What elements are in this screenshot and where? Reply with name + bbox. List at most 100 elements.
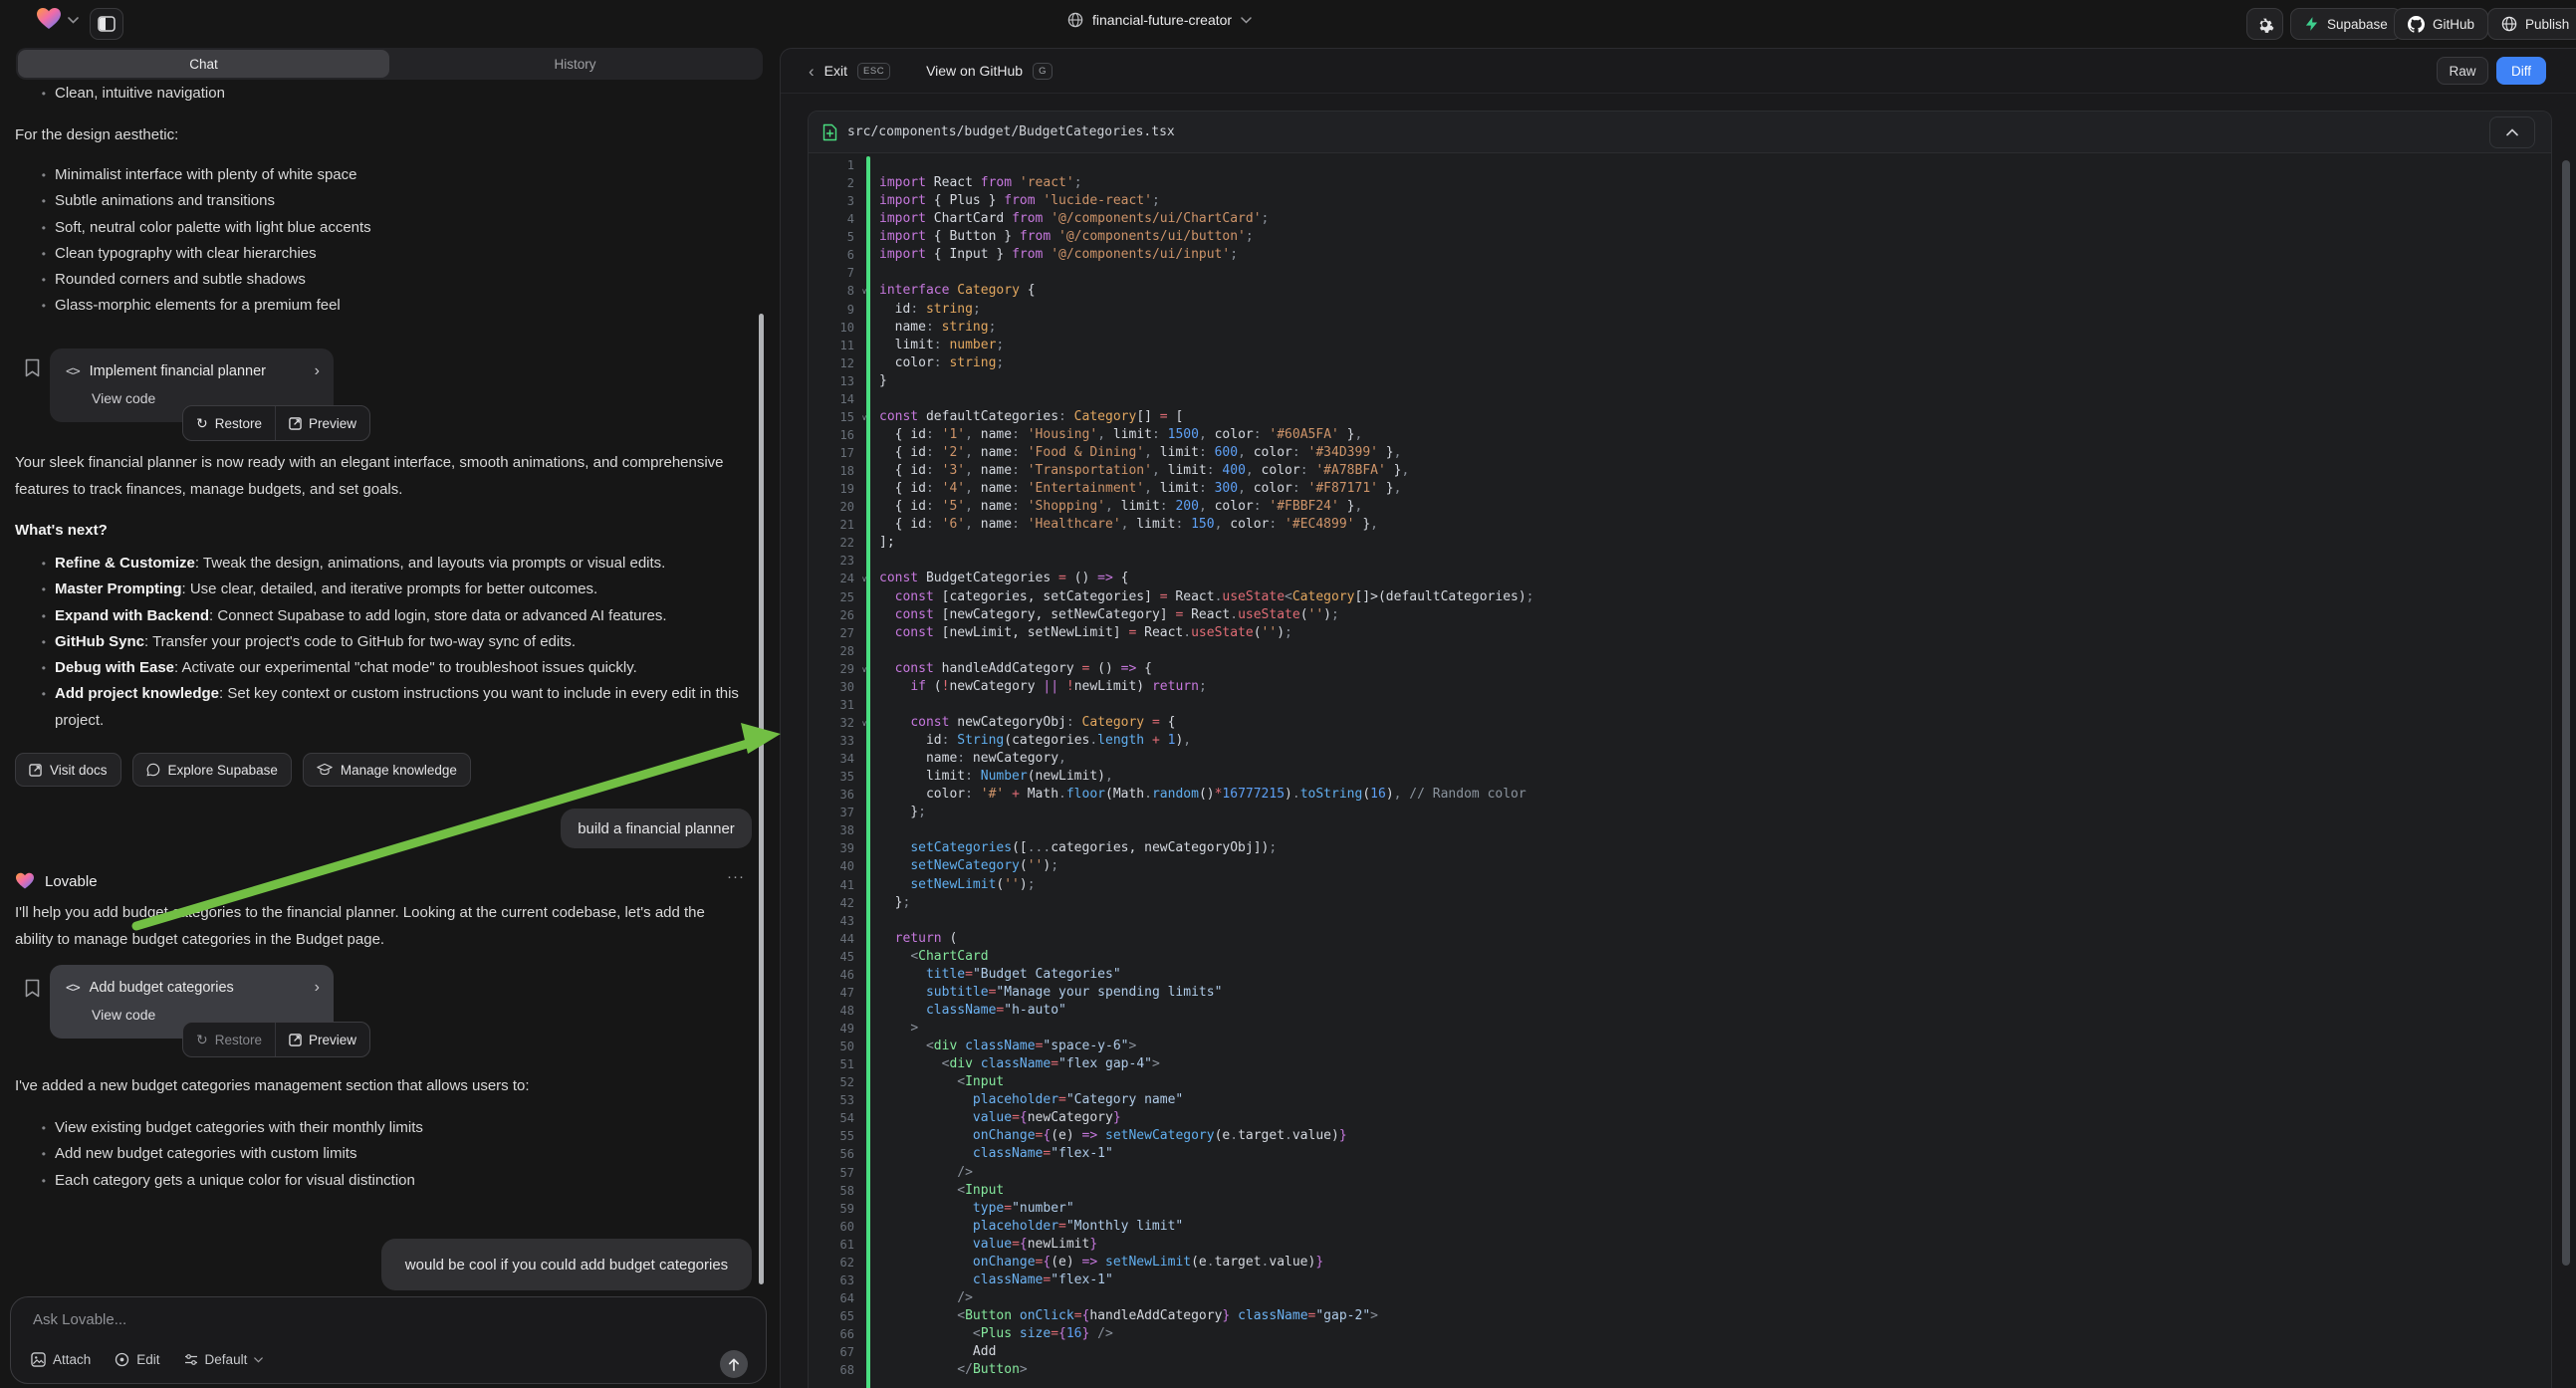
fold-chevron-icon[interactable]: ∨	[861, 283, 867, 301]
bullet-dot-icon: •	[15, 603, 55, 629]
code-line-number: 66	[809, 1325, 854, 1343]
send-button[interactable]	[720, 1350, 748, 1378]
file-added-icon	[822, 123, 837, 141]
restore-button[interactable]: ↻ Restore	[183, 1023, 275, 1056]
code-line: name: string;	[879, 319, 2551, 337]
external-link-icon	[289, 417, 302, 430]
manage-knowledge-button[interactable]: Manage knowledge	[303, 753, 471, 787]
chat-scrollbar[interactable]	[759, 314, 764, 1284]
message-menu-button[interactable]: ···	[727, 868, 745, 885]
collapse-file-button[interactable]	[2489, 116, 2535, 148]
chevron-right-icon: ›	[315, 362, 320, 380]
view-code-link[interactable]: View code	[50, 380, 334, 406]
code-line: value={newLimit}	[879, 1236, 2551, 1254]
fold-chevron-icon[interactable]: ∨	[861, 409, 867, 427]
bullet-text: Add project knowledge: Set key context o…	[55, 681, 754, 734]
code-line-number: 38	[809, 821, 854, 839]
code-line-number: 28	[809, 642, 854, 660]
design-bullet-list: •Minimalist interface with plenty of whi…	[15, 162, 752, 320]
bullet-dot-icon: •	[15, 655, 55, 681]
bullet-text: GitHub Sync: Transfer your project's cod…	[55, 629, 576, 655]
exit-button[interactable]: Exit	[824, 63, 847, 79]
back-chevron-icon[interactable]: ‹	[809, 63, 815, 80]
github-button[interactable]: GitHub	[2394, 8, 2488, 40]
user-message-bubble: build a financial planner	[561, 809, 752, 848]
lovable-heart-icon	[15, 872, 35, 890]
code-line: const BudgetCategories = () => {	[879, 570, 2551, 587]
code-line-number: 25	[809, 588, 854, 606]
diff-toggle-button[interactable]: Diff	[2496, 57, 2546, 85]
code-line: { id: '2', name: 'Food & Dining', limit:…	[879, 444, 2551, 462]
code-line: const handleAddCategory = () => {	[879, 660, 2551, 678]
fold-chevron-icon[interactable]: ∨	[861, 715, 867, 733]
model-selector[interactable]: Default	[184, 1352, 264, 1367]
code-line: placeholder="Monthly limit"	[879, 1218, 2551, 1236]
view-code-link[interactable]: View code	[50, 997, 334, 1023]
tab-chat[interactable]: Chat	[18, 50, 389, 78]
code-line-number: 59	[809, 1200, 854, 1218]
github-icon	[2408, 16, 2425, 33]
list-item: •Each category gets a unique color for v…	[15, 1168, 747, 1194]
preview-button[interactable]: Preview	[276, 1023, 369, 1056]
code-line: { id: '6', name: 'Healthcare', limit: 15…	[879, 516, 2551, 534]
code-line-number: 14	[809, 390, 854, 408]
project-switcher[interactable]: financial-future-creator	[1067, 12, 1252, 28]
tab-history[interactable]: History	[389, 50, 761, 78]
code-line: import { Button } from '@/components/ui/…	[879, 228, 2551, 246]
code-line: title="Budget Categories"	[879, 966, 2551, 984]
file-header[interactable]: src/components/budget/BudgetCategories.t…	[809, 112, 2551, 153]
code-line: import { Input } from '@/components/ui/i…	[879, 246, 2551, 264]
code-line-number: 33	[809, 732, 854, 750]
code-line: const [newLimit, setNewLimit] = React.us…	[879, 624, 2551, 642]
preview-button[interactable]: Preview	[276, 406, 369, 440]
bullet-dot-icon: •	[15, 1141, 55, 1167]
list-item: •Add new budget categories with custom l…	[15, 1141, 747, 1167]
settings-button[interactable]	[2246, 8, 2283, 40]
version-actions-pill: ↻ Restore Preview	[182, 1022, 370, 1057]
code-line: </Button>	[879, 1361, 2551, 1379]
code-line-number: 3	[809, 192, 854, 210]
code-line	[879, 642, 2551, 660]
code-viewer-panel: ‹ Exit ESC View on GitHub G Raw Diff src…	[780, 48, 2576, 1388]
supabase-label: Supabase	[2327, 17, 2388, 32]
code-line-number: 58	[809, 1182, 854, 1200]
publish-globe-icon	[2501, 16, 2517, 32]
code-line: value={newCategory}	[879, 1109, 2551, 1127]
code-line: limit: Number(newLimit),	[879, 768, 2551, 786]
fold-chevron-icon[interactable]: ∨	[861, 661, 867, 679]
view-on-github-link[interactable]: View on GitHub	[926, 63, 1023, 79]
code-scrollbar[interactable]	[2562, 160, 2570, 1266]
supabase-button[interactable]: Supabase	[2290, 8, 2402, 40]
code-line-number: 7	[809, 264, 854, 282]
code-line-number: 63	[809, 1272, 854, 1289]
code-line: }	[879, 372, 2551, 390]
code-line-number: 65	[809, 1307, 854, 1325]
publish-button[interactable]: Publish	[2487, 8, 2576, 40]
bullet-dot-icon: •	[15, 551, 55, 577]
code-line: id: string;	[879, 301, 2551, 319]
raw-toggle-button[interactable]: Raw	[2437, 57, 2488, 85]
attach-button[interactable]: Attach	[31, 1352, 91, 1367]
code-viewer-header: ‹ Exit ESC View on GitHub G Raw Diff	[781, 49, 2576, 94]
bullet-text: Soft, neutral color palette with light b…	[55, 215, 371, 241]
bullet-dot-icon: •	[15, 681, 55, 734]
fold-chevron-icon[interactable]: ∨	[861, 571, 867, 588]
code-line-number: 31	[809, 696, 854, 714]
chevron-up-icon	[2506, 128, 2518, 136]
bookmark-icon[interactable]	[25, 358, 40, 377]
code-line-number: 4	[809, 210, 854, 228]
chat-input[interactable]	[31, 1309, 632, 1347]
edit-mode-button[interactable]: Edit	[115, 1352, 159, 1367]
code-line: />	[879, 1164, 2551, 1182]
code-line: <Input	[879, 1182, 2551, 1200]
code-line: { id: '3', name: 'Transportation', limit…	[879, 462, 2551, 480]
visit-docs-button[interactable]: Visit docs	[15, 753, 121, 787]
bookmark-icon[interactable]	[25, 979, 40, 998]
restore-button[interactable]: ↻ Restore	[183, 406, 275, 440]
code-line-number: 57	[809, 1164, 854, 1182]
code-diff-body: 12345678∨9101112131415∨16171819202122232…	[809, 153, 2551, 1388]
line-number-gutter: 12345678∨9101112131415∨16171819202122232…	[809, 156, 854, 1388]
code-line-number: 18	[809, 462, 854, 480]
explore-supabase-button[interactable]: Explore Supabase	[132, 753, 292, 787]
code-line-number: 44	[809, 930, 854, 948]
